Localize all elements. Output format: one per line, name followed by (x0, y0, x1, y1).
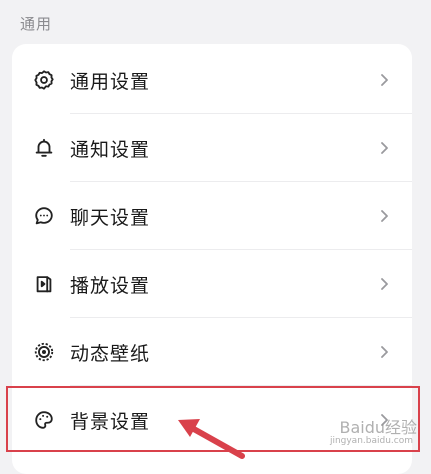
menu-item-label: 动态壁纸 (70, 342, 151, 365)
menu-item-label: 聊天设置 (70, 206, 151, 229)
chevron-right-icon (378, 276, 390, 292)
menu-item-playback-settings[interactable]: 播放设置 (12, 250, 412, 318)
menu-item-live-wallpaper[interactable]: 动态壁纸 (12, 318, 412, 386)
menu-item-label: 背景设置 (70, 410, 151, 433)
chat-bubble-icon (32, 204, 56, 228)
menu-item-general-settings[interactable]: 通用设置 (12, 46, 412, 114)
menu-item-label: 通用设置 (70, 70, 151, 93)
chevron-right-icon (378, 140, 390, 156)
menu-item-chat-settings[interactable]: 聊天设置 (12, 182, 412, 250)
chevron-right-icon (378, 72, 390, 88)
menu-item-label: 播放设置 (70, 274, 151, 297)
gear-icon (32, 68, 56, 92)
menu-item-background-settings[interactable]: 背景设置 (12, 386, 412, 454)
palette-icon (32, 408, 56, 432)
menu-item-notification-settings[interactable]: 通知设置 (12, 114, 412, 182)
playback-icon (32, 272, 56, 296)
chevron-right-icon (378, 344, 390, 360)
bell-icon (32, 136, 56, 160)
section-title: 通用 (20, 15, 53, 33)
settings-card: 通用设置 通知设置 聊天设置 播放设置 动态壁纸 背景设置 (12, 44, 412, 474)
chevron-right-icon (378, 412, 390, 428)
chevron-right-icon (378, 208, 390, 224)
live-wallpaper-icon (32, 340, 56, 364)
menu-item-label: 通知设置 (70, 138, 151, 161)
